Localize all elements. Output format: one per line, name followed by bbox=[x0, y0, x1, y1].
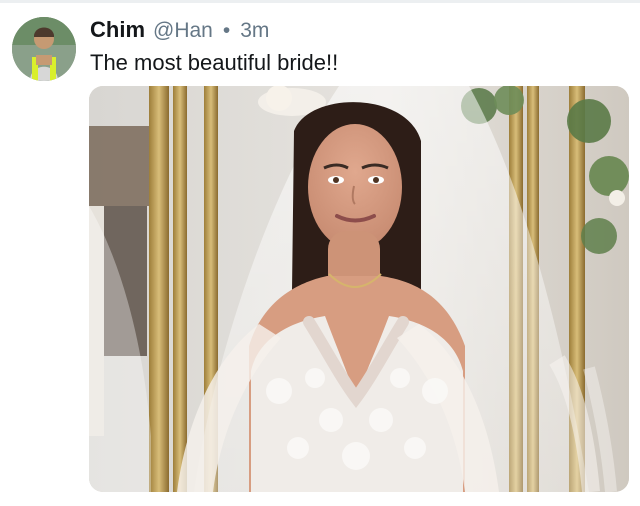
tweet-photo[interactable] bbox=[89, 86, 629, 492]
tweet-photo-icon bbox=[89, 86, 629, 492]
avatar[interactable] bbox=[12, 17, 76, 81]
tweet-header: Chim @Han • 3m bbox=[90, 17, 269, 47]
user-handle[interactable]: @Han bbox=[153, 19, 213, 43]
tweet-timestamp[interactable]: 3m bbox=[240, 19, 269, 43]
display-name[interactable]: Chim bbox=[90, 17, 145, 43]
avatar-icon bbox=[12, 17, 76, 81]
tweet-card[interactable]: Chim @Han • 3m The most beautiful bride!… bbox=[0, 0, 640, 506]
header-separator: • bbox=[222, 19, 231, 42]
tweet-text: The most beautiful bride!! bbox=[90, 50, 339, 75]
